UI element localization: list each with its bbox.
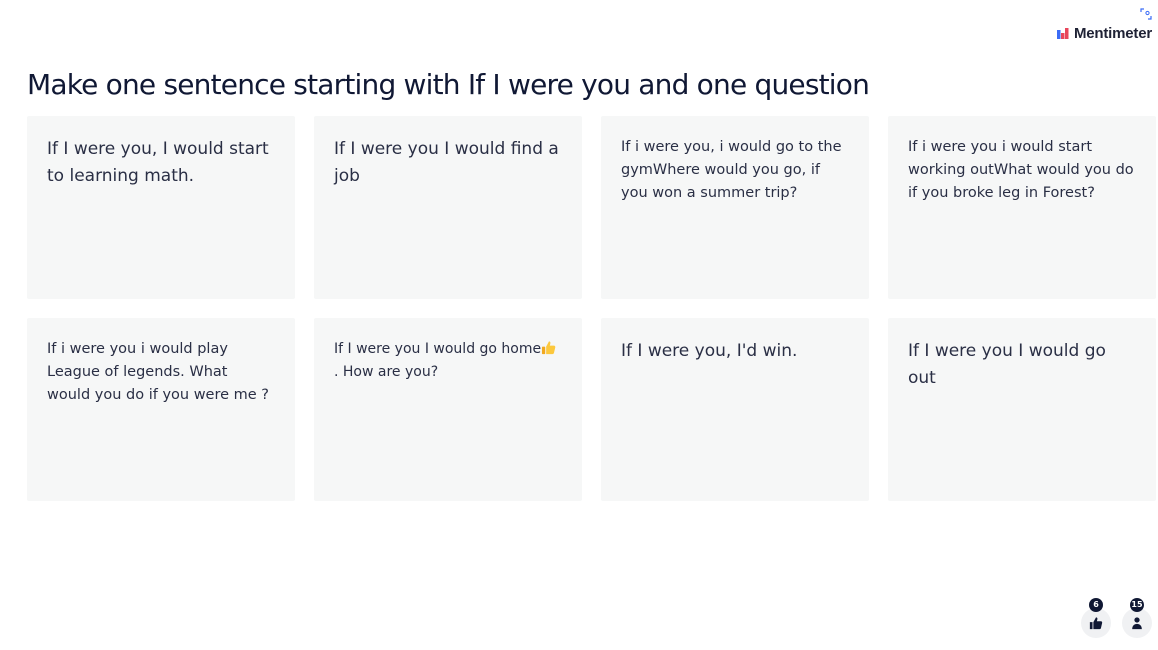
response-card: If I were you I would go out xyxy=(888,318,1156,501)
response-text-part: If I were you I would go home xyxy=(334,341,542,357)
thumbs-up-emoji-icon xyxy=(542,341,556,355)
footer-stats: 6 15 xyxy=(1081,598,1152,638)
response-card: If I were you I would go home . How are … xyxy=(314,318,582,501)
fullscreen-icon[interactable] xyxy=(1140,8,1152,20)
response-card: If I were you, I would start to learning… xyxy=(27,116,295,299)
participants-button[interactable]: 15 xyxy=(1122,598,1152,638)
thumbs-up-icon xyxy=(1089,617,1103,630)
response-card: If I were you, I'd win. xyxy=(601,318,869,501)
reactions-count-badge: 6 xyxy=(1089,598,1103,612)
reactions-button[interactable]: 6 xyxy=(1081,598,1111,638)
brand-logo: Mentimeter xyxy=(1056,24,1152,42)
person-icon xyxy=(1132,617,1142,630)
response-card: If i were you i would start working outW… xyxy=(888,116,1156,299)
response-card: If i were you i would play League of leg… xyxy=(27,318,295,501)
response-text: If I were you I would go out xyxy=(908,341,1106,388)
response-text: If I were you I would find a job xyxy=(334,139,559,186)
response-text: If i were you i would play League of leg… xyxy=(47,341,269,403)
responses-grid: If I were you, I would start to learning… xyxy=(27,116,1156,501)
response-text: If i were you i would start working outW… xyxy=(908,139,1134,201)
response-text-part: . How are you? xyxy=(334,364,439,380)
brand-name: Mentimeter xyxy=(1073,24,1152,42)
response-text: If I were you, I'd win. xyxy=(621,341,798,361)
response-text: If I were you I would go home . How are … xyxy=(334,338,562,384)
response-text: If i were you, i would go to the gymWher… xyxy=(621,139,842,201)
question-title: Make one sentence starting with If I wer… xyxy=(27,68,870,101)
mentimeter-logo-icon xyxy=(1056,28,1069,39)
presentation-slide: Mentimeter Make one sentence starting wi… xyxy=(0,0,1158,650)
participants-count-badge: 15 xyxy=(1130,598,1144,612)
response-text: If I were you, I would start to learning… xyxy=(47,139,269,186)
response-card: If i were you, i would go to the gymWher… xyxy=(601,116,869,299)
response-card: If I were you I would find a job xyxy=(314,116,582,299)
